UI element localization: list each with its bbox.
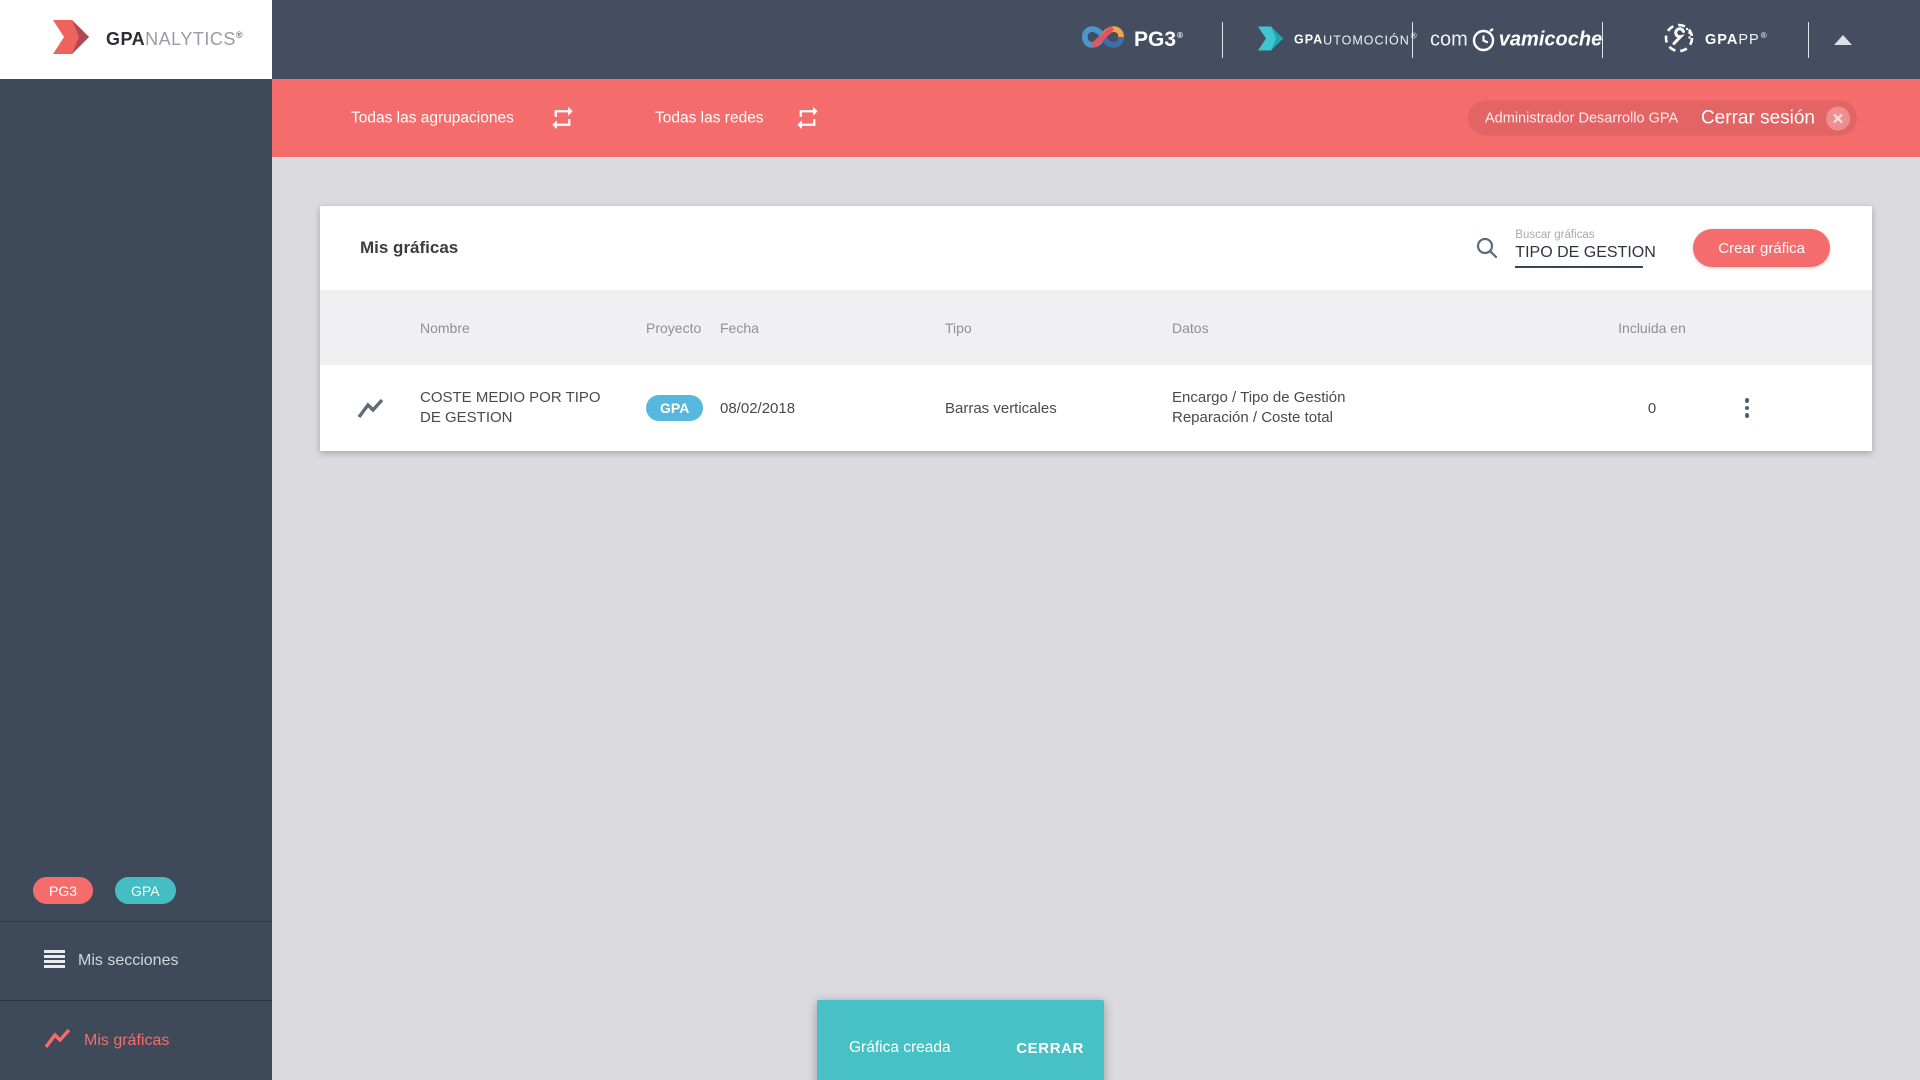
user-name: Administrador Desarrollo GPA [1485,110,1679,126]
sidebar-item-mis-graficas[interactable]: Mis gráficas [0,1000,272,1080]
header-divider [1808,21,1809,58]
project-cell: GPA [646,395,720,421]
search-field: Buscar gráficas TIPO DE GESTION [1515,228,1656,268]
card-header: Mis gráficas Buscar gráficas TIPO DE GES… [320,206,1872,290]
networks-filter[interactable]: Todas las redes [655,105,821,132]
badge-gpa[interactable]: GPA [115,877,176,904]
header-divider [1412,21,1413,58]
close-circle-icon [1825,105,1851,131]
gpanalytics-logo: GPANALYTICS® [0,0,272,79]
chart-name: COSTE MEDIO POR TIPO DE GESTION [420,388,601,426]
table-row[interactable]: COSTE MEDIO POR TIPO DE GESTION GPA 08/0… [320,365,1872,451]
groupings-filter[interactable]: Todas las agrupaciones [351,105,576,132]
data-cell: Encargo / Tipo de Gestión Reparación / C… [1172,388,1346,426]
sidebar-item-label: Mis secciones [78,952,179,969]
search-area: Buscar gráficas TIPO DE GESTION Crear gr… [1475,229,1830,268]
gpautomocion-arrow-icon [1255,24,1285,55]
groupings-filter-label: Todas las agrupaciones [351,109,514,126]
top-header: PG3® GPAUTOMOCIÓN® com vamicoche GPAPP® [272,0,1920,79]
sidebar: GPANALYTICS® PG3 GPA Mis secciones Mis g… [0,0,272,1080]
column-header-fecha: Fecha [720,319,759,336]
gpanalytics-wordmark: GPANALYTICS® [106,29,243,49]
pg3-logo: PG3® [1081,22,1183,58]
dot [1744,413,1750,418]
included-in-cell: 0 [1647,399,1657,417]
gpautomocion-wordmark: GPAUTOMOCIÓN® [1294,31,1418,48]
column-header-incluida-en: Incluida en [1618,319,1686,336]
table-header: Nombre Proyecto Fecha Tipo Datos Incluid… [320,290,1872,365]
toast-notification: Gráfica creada CERRAR [817,1000,1104,1080]
badge-pg3[interactable]: PG3 [33,877,94,904]
charts-card: Mis gráficas Buscar gráficas TIPO DE GES… [320,206,1872,451]
row-menu-button[interactable] [1739,392,1756,424]
column-header-nombre: Nombre [420,319,470,336]
clock-icon [1471,27,1496,52]
pg3-infinity-icon [1081,22,1124,58]
page-title: Mis gráficas [360,238,459,257]
main-content: Mis gráficas Buscar gráficas TIPO DE GES… [272,157,1920,1080]
gpapp-logo: GPAPP® [1662,21,1768,59]
header-divider [1602,21,1603,58]
gpapp-wordmark: GPAPP® [1705,31,1768,48]
sidebar-badges: PG3 GPA [0,877,272,921]
dot [1744,398,1750,403]
swap-icon [794,105,821,132]
column-header-tipo: Tipo [945,319,972,336]
column-header-datos: Datos [1172,319,1209,336]
search-label: Buscar gráficas [1515,228,1595,241]
swap-icon [549,105,576,132]
line-chart-icon [44,1026,71,1055]
user-session-pill: Administrador Desarrollo GPA Cerrar sesi… [1468,100,1857,136]
sidebar-item-label: Mis gráficas [84,1031,170,1049]
toast-message: Gráfica creada [849,1039,951,1056]
search-input[interactable]: TIPO DE GESTION [1515,244,1656,268]
pg3-wordmark: PG3® [1134,27,1183,51]
collapse-header-arrow-icon[interactable] [1834,34,1852,45]
comvamicoche-logo: com vamicoche [1430,27,1603,52]
dot [1744,405,1750,411]
menu-icon [44,949,65,973]
gpanalytics-arrow-icon [48,18,94,61]
create-chart-button[interactable]: Crear gráfica [1693,229,1830,267]
wrench-icon [1662,21,1696,59]
project-badge: GPA [646,395,704,421]
date-cell: 08/02/2018 [720,399,796,417]
filter-bar: Todas las agrupaciones Todas las redes A… [272,79,1920,157]
networks-filter-label: Todas las redes [655,109,764,126]
type-cell: Barras verticales [945,399,1057,417]
gpautomocion-logo: GPAUTOMOCIÓN® [1255,24,1418,55]
header-divider [1222,21,1223,58]
logout-button[interactable]: Cerrar sesión [1701,105,1851,131]
search-icon [1475,236,1499,260]
chart-type-icon [320,396,420,420]
toast-close-button[interactable]: CERRAR [1016,1040,1084,1057]
column-header-proyecto: Proyecto [646,319,702,336]
sidebar-item-mis-secciones[interactable]: Mis secciones [0,921,272,1000]
